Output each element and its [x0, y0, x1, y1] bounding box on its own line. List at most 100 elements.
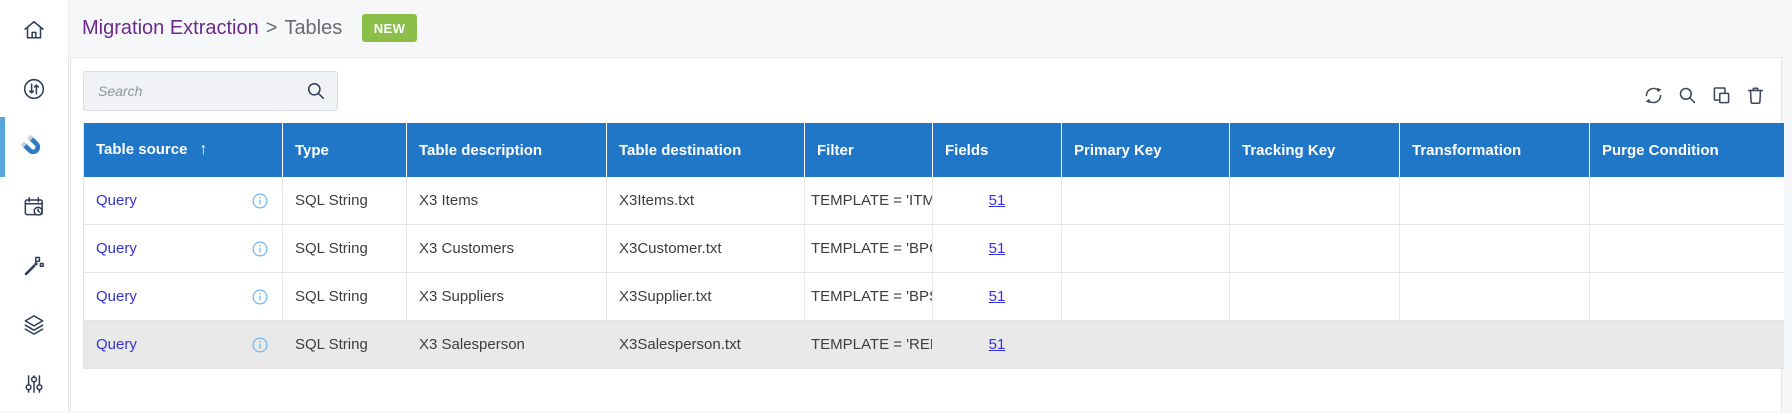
cell-transformation — [1399, 177, 1590, 225]
sort-ascending-icon: ↑ — [199, 141, 208, 158]
column-label: Fields — [945, 141, 989, 159]
cell-filter: TEMPLATE = 'BPCDS' — [804, 224, 933, 273]
sidebar — [0, 0, 69, 411]
active-nav-indicator — [0, 117, 5, 177]
sliders-icon — [21, 371, 47, 397]
sidebar-item-settings[interactable] — [0, 354, 68, 413]
table-search-button[interactable] — [1675, 85, 1699, 109]
column-label: Transformation — [1412, 141, 1522, 159]
query-link[interactable]: Query — [96, 192, 137, 209]
column-header-table-source[interactable]: Table source ↑ — [83, 123, 283, 177]
table-row[interactable]: Query SQL String X3 Customers X3Customer… — [83, 224, 1784, 273]
delete-button[interactable] — [1743, 85, 1767, 109]
cell-type: SQL String — [282, 177, 407, 225]
cell-purge-condition — [1589, 224, 1784, 273]
cell-primary-key — [1061, 320, 1230, 369]
column-label: Tracking Key — [1242, 141, 1336, 159]
cell-filter: TEMPLATE = 'ITMDS' — [804, 177, 933, 225]
column-label: Filter — [817, 141, 854, 159]
new-button[interactable]: NEW — [362, 14, 417, 42]
column-label: Purge Condition — [1602, 141, 1719, 159]
schedule-calendar-icon — [21, 194, 47, 220]
search-icon — [1676, 84, 1699, 110]
refresh-icon — [1642, 84, 1665, 110]
cell-primary-key — [1061, 224, 1230, 273]
cell-table-source: Query — [83, 320, 283, 369]
delete-icon — [1744, 84, 1767, 110]
column-label: Primary Key — [1074, 141, 1162, 159]
breadcrumb-primary[interactable]: Migration Extraction — [82, 17, 259, 40]
info-icon[interactable] — [251, 288, 269, 306]
column-label: Table description — [419, 141, 543, 159]
query-link[interactable]: Query — [96, 288, 137, 305]
fields-count-link[interactable]: 51 — [989, 240, 1006, 257]
cell-transformation — [1399, 272, 1590, 321]
table-header-row: Table source ↑ Type Table description Tab… — [83, 123, 1784, 177]
cell-fields: 51 — [932, 320, 1062, 369]
magnet-icon — [20, 134, 48, 162]
cell-tracking-key — [1229, 320, 1400, 369]
tables-grid: Table source ↑ Type Table description Tab… — [83, 123, 1784, 369]
fields-count-link[interactable]: 51 — [989, 192, 1006, 209]
info-icon[interactable] — [251, 336, 269, 354]
search-icon — [304, 79, 328, 103]
cell-fields: 51 — [932, 177, 1062, 225]
search-input[interactable] — [96, 82, 298, 100]
breadcrumb-secondary: Tables — [284, 17, 343, 39]
cell-table-description: X3 Suppliers — [406, 272, 607, 321]
cell-filter: TEMPLATE = 'BPSDS' — [804, 272, 933, 321]
column-header-table-destination[interactable]: Table destination — [606, 123, 805, 177]
column-label: Type — [295, 141, 329, 159]
sidebar-item-layers[interactable] — [0, 295, 68, 354]
cell-purge-condition — [1589, 320, 1784, 369]
table-row-selected[interactable]: Query SQL String X3 Salesperson X3Salesp… — [83, 320, 1784, 369]
cell-transformation — [1399, 224, 1590, 273]
cell-type: SQL String — [282, 272, 407, 321]
cell-table-destination: X3Supplier.txt — [606, 272, 805, 321]
duplicate-icon — [1710, 84, 1733, 110]
refresh-button[interactable] — [1641, 85, 1665, 109]
cell-type: SQL String — [282, 224, 407, 273]
cell-table-description: X3 Customers — [406, 224, 607, 273]
column-header-type[interactable]: Type — [282, 123, 407, 177]
cell-primary-key — [1061, 177, 1230, 225]
column-header-purge-condition[interactable]: Purge Condition — [1589, 123, 1784, 177]
cell-purge-condition — [1589, 177, 1784, 225]
cell-table-destination: X3Salesperson.txt — [606, 320, 805, 369]
fields-count-link[interactable]: 51 — [989, 336, 1006, 353]
column-header-tracking-key[interactable]: Tracking Key — [1229, 123, 1400, 177]
info-icon[interactable] — [251, 192, 269, 210]
breadcrumb-separator: > — [265, 17, 278, 39]
sidebar-item-schedule[interactable] — [0, 177, 68, 236]
cell-table-destination: X3Items.txt — [606, 177, 805, 225]
column-header-table-description[interactable]: Table description — [406, 123, 607, 177]
sidebar-item-home[interactable] — [0, 0, 68, 59]
info-icon[interactable] — [251, 240, 269, 258]
table-toolbar — [1641, 85, 1767, 109]
cell-type: SQL String — [282, 320, 407, 369]
fields-count-link[interactable]: 51 — [989, 288, 1006, 305]
table-row[interactable]: Query SQL String X3 Items X3Items.txt TE… — [83, 177, 1784, 225]
cell-table-destination: X3Customer.txt — [606, 224, 805, 273]
sidebar-item-extraction-active[interactable] — [0, 118, 68, 177]
cell-table-source: Query — [83, 272, 283, 321]
cell-fields: 51 — [932, 224, 1062, 273]
sidebar-item-wizard[interactable] — [0, 236, 68, 295]
column-header-primary-key[interactable]: Primary Key — [1061, 123, 1230, 177]
sidebar-item-sync[interactable] — [0, 59, 68, 118]
duplicate-button[interactable] — [1709, 85, 1733, 109]
cell-table-source: Query — [83, 224, 283, 273]
cell-table-source: Query — [83, 177, 283, 225]
column-header-filter[interactable]: Filter — [804, 123, 933, 177]
layers-icon — [21, 312, 47, 338]
cell-purge-condition — [1589, 272, 1784, 321]
magic-wand-icon — [21, 253, 47, 279]
query-link[interactable]: Query — [96, 240, 137, 257]
breadcrumb: Migration Extraction > Tables — [82, 0, 342, 57]
column-header-transformation[interactable]: Transformation — [1399, 123, 1590, 177]
table-row[interactable]: Query SQL String X3 Suppliers X3Supplier… — [83, 272, 1784, 321]
cell-tracking-key — [1229, 177, 1400, 225]
query-link[interactable]: Query — [96, 336, 137, 353]
column-header-fields[interactable]: Fields — [932, 123, 1062, 177]
cell-primary-key — [1061, 272, 1230, 321]
